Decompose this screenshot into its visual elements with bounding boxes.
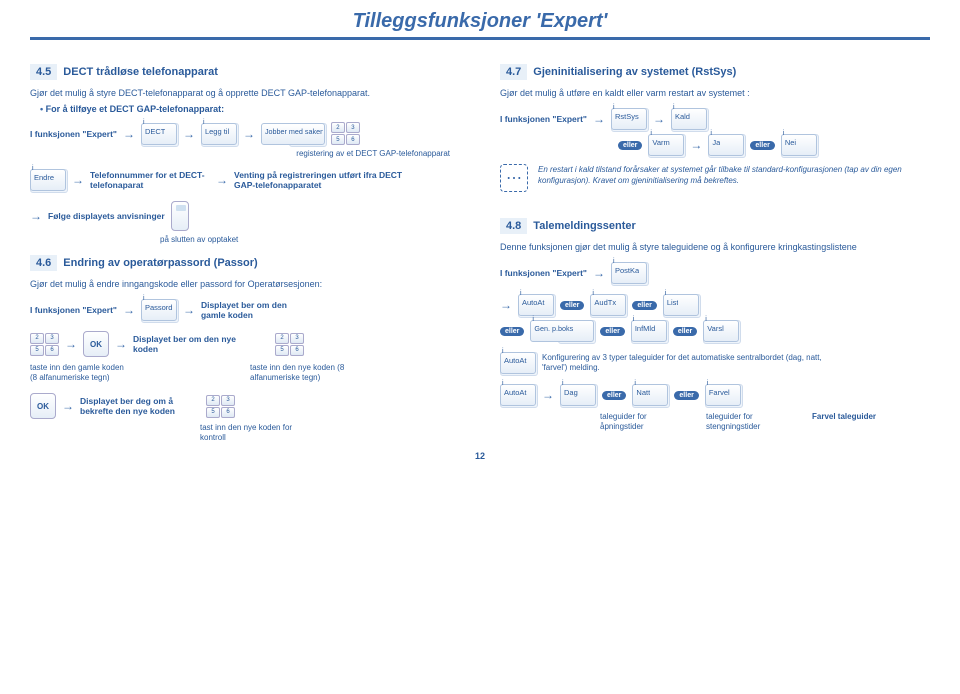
eller-pill: eller bbox=[632, 301, 656, 310]
arrow-icon: → bbox=[72, 173, 84, 187]
tg-farvel: Farvel taleguider bbox=[812, 412, 892, 432]
arrow-icon: → bbox=[593, 266, 605, 280]
sectitle-46: Endring av operatørpassord (Passor) bbox=[63, 257, 257, 269]
arrow-icon: → bbox=[500, 298, 512, 312]
sectitle-48: Talemeldingssenter bbox=[533, 220, 636, 232]
sub-45: For å tilføye et DECT GAP-telefonapparat… bbox=[40, 104, 460, 114]
key-farvel: iFarvel bbox=[705, 384, 741, 406]
intro-46: Gjør det mulig å endre inngangskode elle… bbox=[30, 279, 460, 289]
keypad-icon: 23 56 bbox=[206, 395, 235, 418]
intro-45: Gjør det mulig å styre DECT-telefonappar… bbox=[30, 88, 460, 98]
key-dect: iDECT bbox=[141, 123, 177, 145]
sectitle-45: DECT trådløse telefonapparat bbox=[63, 66, 218, 78]
handset-icon bbox=[171, 201, 189, 231]
intro-48: Denne funksjonen gjør det mulig å styre … bbox=[500, 242, 930, 252]
key-autoat3: iAutoAt bbox=[500, 384, 536, 406]
key-list: iList bbox=[663, 294, 699, 316]
key-audtx: iAudTx bbox=[590, 294, 626, 316]
key-endre: iEndre bbox=[30, 169, 66, 191]
key-passord: iPassord bbox=[141, 299, 177, 321]
arrow-icon: → bbox=[123, 127, 135, 141]
arrow-icon: → bbox=[65, 337, 77, 351]
eller-pill: eller bbox=[602, 391, 626, 400]
arrow-icon: → bbox=[183, 303, 195, 317]
warn-47: En restart i kald tilstand forårsaker at… bbox=[538, 164, 930, 186]
secnum-45: 4.5 bbox=[30, 64, 57, 80]
disp-nye: Displayet ber om den nye koden bbox=[133, 334, 243, 354]
folge-lbl: Følge displayets anvisninger bbox=[48, 211, 165, 221]
sectitle-47: Gjeninitialisering av systemet (RstSys) bbox=[533, 66, 736, 78]
page-number: 12 bbox=[30, 451, 930, 461]
secnum-46: 4.6 bbox=[30, 255, 57, 271]
ok-button: OK bbox=[83, 331, 109, 357]
telnum-lbl: Telefonnummer for et DECT-telefonaparat bbox=[90, 170, 210, 190]
ok-button: OK bbox=[30, 393, 56, 419]
taste-gamle: taste inn den gamle koden (8 alfanumeris… bbox=[30, 363, 130, 383]
lbl-expert-48: I funksjonen "Expert" bbox=[500, 268, 587, 278]
eller-pill: eller bbox=[673, 327, 697, 336]
key-varm: iVarm bbox=[648, 134, 684, 156]
disp-bekreft: Displayet ber deg om å bekrefte den nye … bbox=[80, 396, 200, 416]
tast-kontroll: tast inn den nye koden for kontroll bbox=[200, 423, 300, 443]
key-autoat2: iAutoAt bbox=[500, 352, 536, 374]
slutten-lbl: på slutten av opptaket bbox=[160, 235, 460, 245]
key-natt: iNatt bbox=[632, 384, 668, 406]
key-infmld: iInfMld bbox=[631, 320, 667, 342]
reg-note: registering av et DECT GAP-telefonappara… bbox=[30, 149, 450, 159]
key-jobber: Jobber med saken bbox=[261, 123, 325, 145]
key-ja: iJa bbox=[708, 134, 744, 156]
lbl-expert-45: I funksjonen "Expert" bbox=[30, 129, 117, 139]
key-genpboks: iGen. p.boks bbox=[530, 320, 594, 342]
arrow-icon: → bbox=[243, 127, 255, 141]
arrow-icon: → bbox=[30, 209, 42, 223]
arrow-icon: → bbox=[216, 173, 228, 187]
arrow-icon: → bbox=[115, 337, 127, 351]
key-rstsys: iRstSys bbox=[611, 108, 647, 130]
eller-pill: eller bbox=[600, 327, 624, 336]
warning-icon: ⋯ bbox=[500, 164, 528, 192]
key-nei: iNei bbox=[781, 134, 817, 156]
keypad-icon: 23 56 bbox=[331, 122, 360, 145]
arrow-icon: → bbox=[653, 112, 665, 126]
key-postka: iPostKa bbox=[611, 262, 647, 284]
page-title: Tilleggsfunksjoner 'Expert' bbox=[30, 10, 930, 40]
arrow-icon: → bbox=[183, 127, 195, 141]
tg-aap: taleguider for åpningstider bbox=[600, 412, 680, 432]
secnum-48: 4.8 bbox=[500, 218, 527, 234]
arrow-icon: → bbox=[123, 303, 135, 317]
konfig-desc: Konfigurering av 3 typer taleguider for … bbox=[542, 353, 842, 373]
eller-pill: eller bbox=[674, 391, 698, 400]
key-autoat: iAutoAt bbox=[518, 294, 554, 316]
keypad-icon: 23 56 bbox=[30, 333, 59, 356]
arrow-icon: → bbox=[542, 388, 554, 402]
eller-pill: eller bbox=[560, 301, 584, 310]
arrow-icon: → bbox=[62, 399, 74, 413]
eller-pill: eller bbox=[750, 141, 774, 150]
tg-steng: taleguider for stengningstider bbox=[706, 412, 786, 432]
lbl-expert-46: I funksjonen "Expert" bbox=[30, 305, 117, 315]
key-kald: iKald bbox=[671, 108, 707, 130]
secnum-47: 4.7 bbox=[500, 64, 527, 80]
key-varsl: iVarsl bbox=[703, 320, 739, 342]
disp-gamle: Displayet ber om den gamle koden bbox=[201, 300, 311, 320]
taste-nye: taste inn den nye koden (8 alfanumeriske… bbox=[250, 363, 380, 383]
arrow-icon: → bbox=[593, 112, 605, 126]
arrow-icon: → bbox=[690, 138, 702, 152]
eller-pill: eller bbox=[618, 141, 642, 150]
venting-lbl: Venting på registreringen utført ifra DE… bbox=[234, 170, 404, 190]
intro-47: Gjør det mulig å utføre en kaldt eller v… bbox=[500, 88, 930, 98]
eller-pill: eller bbox=[500, 327, 524, 336]
key-leggtil: iLegg til bbox=[201, 123, 237, 145]
lbl-expert-47: I funksjonen "Expert" bbox=[500, 114, 587, 124]
key-dag: iDag bbox=[560, 384, 596, 406]
keypad-icon: 23 56 bbox=[275, 333, 304, 356]
